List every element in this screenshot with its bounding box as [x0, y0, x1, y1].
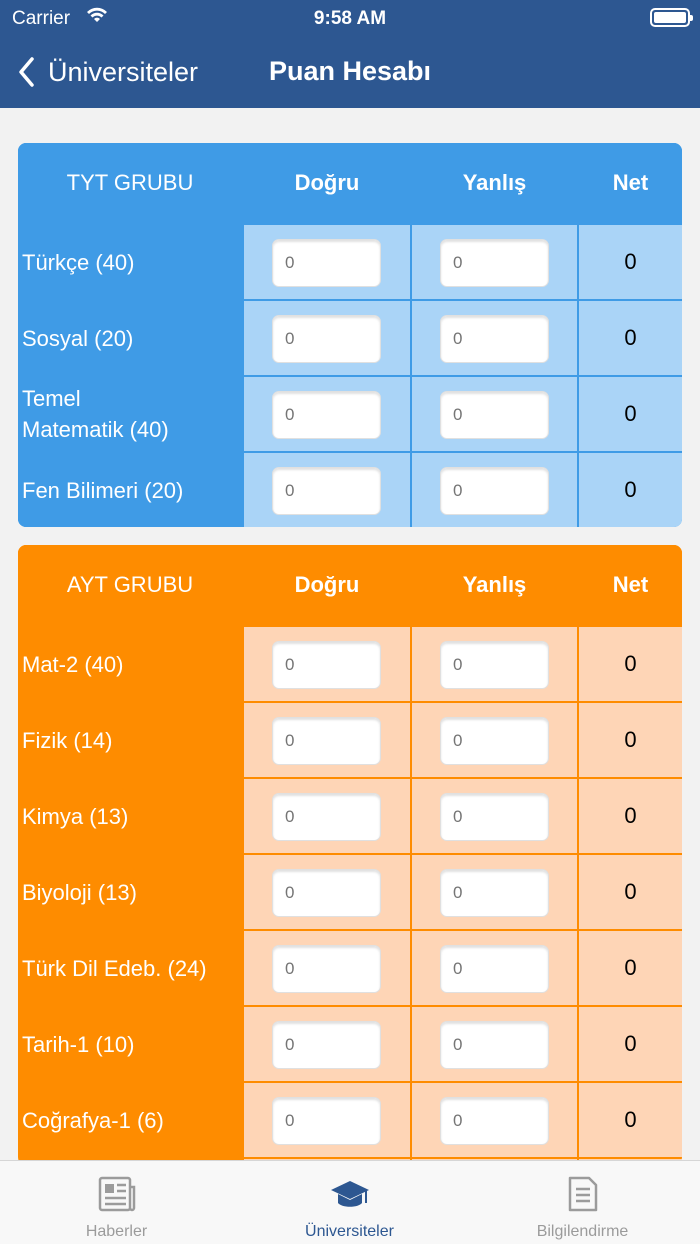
table-row: Fizik (14) 0 [18, 703, 682, 777]
table-row: Mat-2 (40) 0 [18, 627, 682, 701]
battery-icon [650, 8, 693, 27]
net-value: 0 [579, 855, 682, 929]
ayt-group-header: AYT GRUBU [18, 545, 242, 625]
correct-input[interactable] [272, 1021, 381, 1069]
correct-input[interactable] [272, 869, 381, 917]
tab-label: Üniversiteler [305, 1223, 394, 1240]
tyt-header-row: TYT GRUBU Doğru Yanlış Net [18, 143, 682, 223]
wrong-input[interactable] [440, 1021, 549, 1069]
subject-label: Temel Matematik (40) [18, 377, 242, 451]
table-row: Biyoloji (13) 0 [18, 855, 682, 929]
ayt-correct-header: Doğru [244, 545, 410, 625]
correct-input[interactable] [272, 467, 381, 515]
ayt-wrong-header: Yanlış [412, 545, 577, 625]
net-value: 0 [579, 301, 682, 375]
navigation-bar: Carrier 9:58 AM Üniversiteler Puan Hesab… [0, 0, 700, 108]
subject-label: Mat-2 (40) [18, 627, 242, 701]
tyt-net-header: Net [579, 143, 682, 223]
ayt-score-table: AYT GRUBU Doğru Yanlış Net Mat-2 (40) 0 … [18, 545, 682, 1165]
subject-label: Türkçe (40) [18, 225, 242, 299]
tab-universiteler[interactable]: Üniversiteler [233, 1161, 466, 1244]
wrong-input[interactable] [440, 945, 549, 993]
tab-haberler[interactable]: Haberler [0, 1161, 233, 1244]
subject-label: Fizik (14) [18, 703, 242, 777]
status-bar: Carrier 9:58 AM [0, 0, 700, 36]
table-row: Fen Bilimeri (20) 0 [18, 453, 682, 527]
net-value: 0 [579, 377, 682, 451]
wrong-input[interactable] [440, 315, 549, 363]
correct-input[interactable] [272, 391, 381, 439]
tyt-score-table: TYT GRUBU Doğru Yanlış Net Türkçe (40) 0… [18, 143, 682, 527]
tyt-correct-header: Doğru [244, 143, 410, 223]
correct-input[interactable] [272, 1097, 381, 1145]
document-icon [568, 1176, 597, 1212]
clock-label: 9:58 AM [313, 8, 387, 29]
wrong-input[interactable] [440, 391, 549, 439]
net-value: 0 [579, 703, 682, 777]
table-row: Coğrafya-1 (6) 0 [18, 1083, 682, 1157]
page-title: Puan Hesabı [268, 56, 432, 86]
correct-input[interactable] [272, 793, 381, 841]
net-value: 0 [579, 225, 682, 299]
subject-label: Coğrafya-1 (6) [18, 1083, 242, 1157]
table-row: Türkçe (40) 0 [18, 225, 682, 299]
correct-input[interactable] [272, 945, 381, 993]
wrong-input[interactable] [440, 717, 549, 765]
net-value: 0 [579, 1083, 682, 1157]
newspaper-icon [98, 1176, 135, 1212]
net-value: 0 [579, 1007, 682, 1081]
wrong-input[interactable] [440, 793, 549, 841]
table-row: Türk Dil Edeb. (24) 0 [18, 931, 682, 1005]
correct-input[interactable] [272, 315, 381, 363]
wrong-input[interactable] [440, 239, 549, 287]
table-row: Tarih-1 (10) 0 [18, 1007, 682, 1081]
table-row: Sosyal (20) 0 [18, 301, 682, 375]
tab-label: Haberler [85, 1223, 148, 1240]
wrong-input[interactable] [440, 1097, 549, 1145]
ayt-header-row: AYT GRUBU Doğru Yanlış Net [18, 545, 682, 625]
subject-label: Tarih-1 (10) [18, 1007, 242, 1081]
correct-input[interactable] [272, 717, 381, 765]
tab-bilgilendirme[interactable]: Bilgilendirme [466, 1161, 699, 1244]
tab-bar: Haberler Üniversiteler Bilgilendirme [0, 1160, 700, 1244]
net-value: 0 [579, 627, 682, 701]
subject-label: Kimya (13) [18, 779, 242, 853]
wrong-input[interactable] [440, 869, 549, 917]
subject-label: Sosyal (20) [18, 301, 242, 375]
net-value: 0 [579, 931, 682, 1005]
subject-label: Türk Dil Edeb. (24) [18, 931, 242, 1005]
tab-label: Bilgilendirme [536, 1223, 629, 1240]
subject-label: Fen Bilimeri (20) [18, 453, 242, 527]
tyt-wrong-header: Yanlış [412, 143, 577, 223]
graduation-cap-icon [330, 1181, 369, 1207]
table-row: Temel Matematik (40) 0 [18, 377, 682, 451]
table-row: Kimya (13) 0 [18, 779, 682, 853]
ayt-net-header: Net [579, 545, 682, 625]
correct-input[interactable] [272, 239, 381, 287]
tyt-group-header: TYT GRUBU [18, 143, 242, 223]
correct-input[interactable] [272, 641, 381, 689]
wrong-input[interactable] [440, 641, 549, 689]
net-value: 0 [579, 779, 682, 853]
subject-label: Biyoloji (13) [18, 855, 242, 929]
wrong-input[interactable] [440, 467, 549, 515]
net-value: 0 [579, 453, 682, 527]
